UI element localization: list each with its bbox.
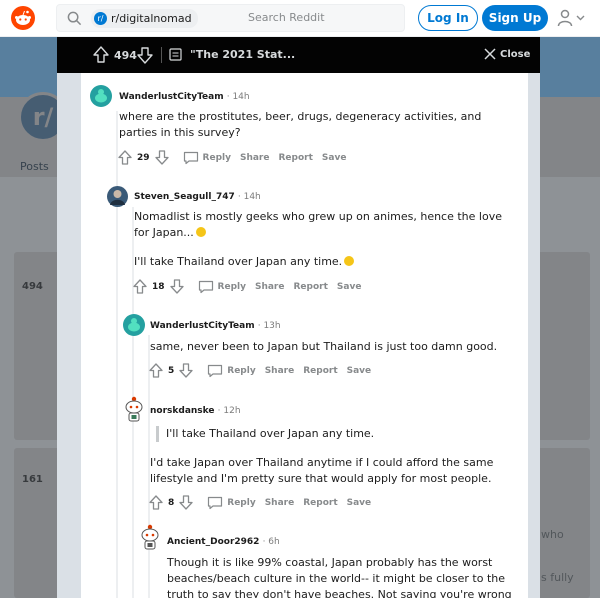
user-icon bbox=[557, 9, 573, 27]
comment: Ancient_Door2962 · 6h Though it is like … bbox=[81, 73, 528, 598]
search-bar[interactable]: r/ r/digitalnomad Search Reddit bbox=[56, 4, 405, 32]
author-name[interactable]: Ancient_Door2962 bbox=[167, 537, 259, 547]
comment-timestamp[interactable]: · 6h bbox=[263, 537, 280, 547]
search-icon bbox=[67, 11, 82, 26]
search-placeholder: Search Reddit bbox=[248, 11, 325, 24]
comments-panel: WanderlustCityTeam · 14h where are the p… bbox=[81, 73, 528, 598]
community-chip-icon: r/ bbox=[94, 12, 107, 25]
close-button[interactable]: Close bbox=[484, 48, 530, 60]
post-modal-bar: 494 "The 2021 Stat... Close bbox=[57, 37, 540, 73]
top-header: r/ r/digitalnomad Search Reddit Log In S… bbox=[0, 0, 600, 37]
community-chip[interactable]: r/ r/digitalnomad bbox=[91, 9, 198, 28]
divider bbox=[161, 47, 162, 63]
chevron-down-icon bbox=[576, 15, 585, 21]
close-icon bbox=[484, 48, 496, 60]
signup-button[interactable]: Sign Up bbox=[482, 5, 548, 31]
close-label: Close bbox=[500, 48, 531, 60]
upvote-icon[interactable] bbox=[93, 46, 109, 64]
post-title: "The 2021 Stat... bbox=[190, 48, 296, 61]
community-chip-label: r/digitalnomad bbox=[111, 12, 192, 25]
snoo-avatar[interactable] bbox=[139, 523, 161, 551]
reddit-logo-icon[interactable] bbox=[11, 6, 35, 30]
comment-body: Though it is like 99% coastal, Japan pro… bbox=[167, 556, 512, 598]
downvote-icon[interactable] bbox=[137, 46, 153, 64]
login-button[interactable]: Log In bbox=[418, 5, 478, 31]
post-score: 494 bbox=[114, 49, 137, 62]
user-menu-button[interactable] bbox=[557, 9, 585, 27]
comment-author[interactable]: Ancient_Door2962 · 6h bbox=[167, 537, 280, 547]
post-modal: WanderlustCityTeam · 14h where are the p… bbox=[57, 73, 540, 598]
post-type-icon bbox=[169, 48, 182, 61]
